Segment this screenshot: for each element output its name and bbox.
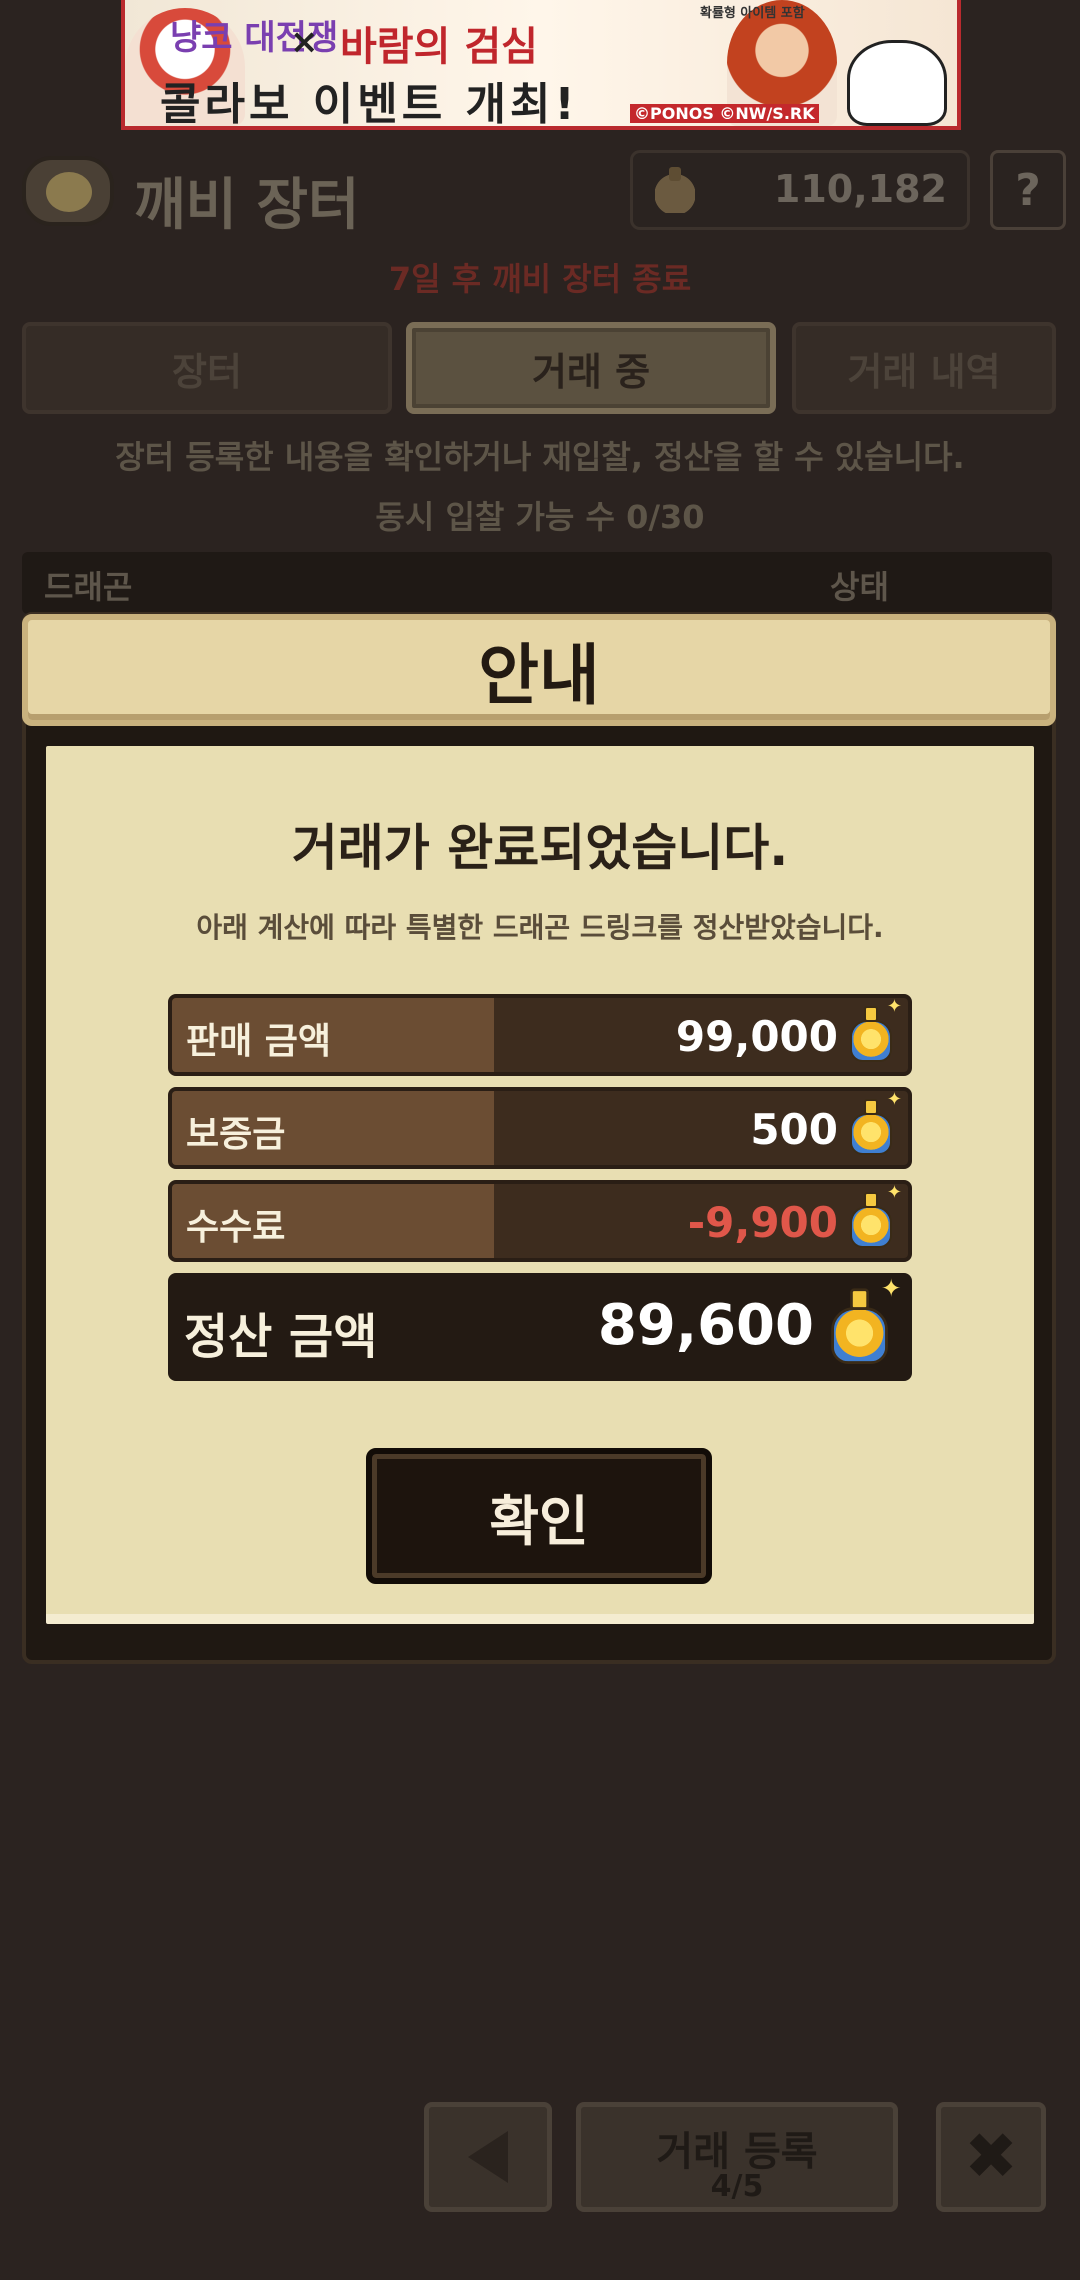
tab-history[interactable]: 거래 내역: [792, 322, 1056, 414]
row-value: -9,900: [687, 1198, 838, 1247]
tab-trading[interactable]: 거래 중: [406, 322, 776, 414]
dialog-title: 안내: [478, 637, 600, 714]
tab-market[interactable]: 장터: [22, 322, 392, 414]
row-value: 99,000: [675, 1012, 838, 1061]
white-cat-image: [847, 40, 947, 126]
close-button[interactable]: ✖: [936, 2102, 1046, 2212]
banner-small-note: 확률형 아이템 포함: [700, 6, 805, 21]
dialog-header: 안내: [22, 614, 1056, 726]
confirm-label: 확인: [489, 1489, 589, 1553]
confirm-button[interactable]: 확인: [366, 1448, 712, 1584]
row-label: 판매 금액: [186, 1021, 332, 1062]
row-label: 수수료: [186, 1207, 286, 1248]
market-end-notice: 7일 후 깨비 장터 종료: [388, 260, 692, 298]
dragon-drink-icon: ✦: [844, 998, 902, 1068]
dragon-drink-icon: ✦: [844, 1091, 902, 1161]
market-goblin-icon: [22, 156, 114, 226]
table-header: 드래곤 상태: [22, 552, 1052, 614]
triangle-left-icon: [468, 2131, 508, 2183]
register-trade-button[interactable]: 거래 등록 4/5: [576, 2102, 898, 2212]
register-count: 4/5: [710, 2169, 764, 2204]
currency-value: 110,182: [773, 167, 947, 211]
dragon-drink-icon: ✦: [844, 1184, 902, 1254]
dialog-subtext: 아래 계산에 따라 특별한 드래곤 드링크를 정산받았습니다.: [196, 911, 884, 944]
close-icon: ✖: [964, 2120, 1018, 2194]
banner-cross: ×: [290, 22, 319, 62]
deposit-row: 보증금 500 ✦: [168, 1087, 912, 1169]
dialog-heading: 거래가 완료되었습니다.: [291, 819, 789, 877]
dragon-drink-icon: [655, 167, 695, 213]
fee-row: 수수료 -9,900 ✦: [168, 1180, 912, 1262]
banner-copyright: ©PONOS ©NW/S.RK: [630, 104, 819, 123]
dragon-drink-icon: ✦: [823, 1275, 901, 1372]
info-description: 장터 등록한 내용을 확인하거나 재입찰, 정산을 할 수 있습니다.: [115, 438, 965, 476]
bid-limit-count: 동시 입찰 가능 수 0/30: [375, 498, 705, 536]
row-label: 보증금: [186, 1114, 286, 1155]
total-value: 89,600: [597, 1293, 814, 1358]
back-button[interactable]: [424, 2102, 552, 2212]
column-header-status: 상태: [830, 568, 889, 606]
settlement-total-row: 정산 금액 89,600 ✦: [168, 1273, 912, 1381]
banner-headline: 콜라보 이벤트 개최!: [160, 79, 579, 130]
page-title: 깨비 장터: [134, 173, 360, 238]
total-label: 정산 금액: [184, 1309, 378, 1365]
row-value: 500: [750, 1105, 838, 1154]
column-header-dragon: 드래곤: [44, 568, 133, 606]
sale-amount-row: 판매 금액 99,000 ✦: [168, 994, 912, 1076]
banner-logo-right: 바람의 검심: [340, 24, 538, 70]
currency-display: 110,182: [630, 150, 970, 230]
help-button[interactable]: ?: [990, 150, 1066, 230]
